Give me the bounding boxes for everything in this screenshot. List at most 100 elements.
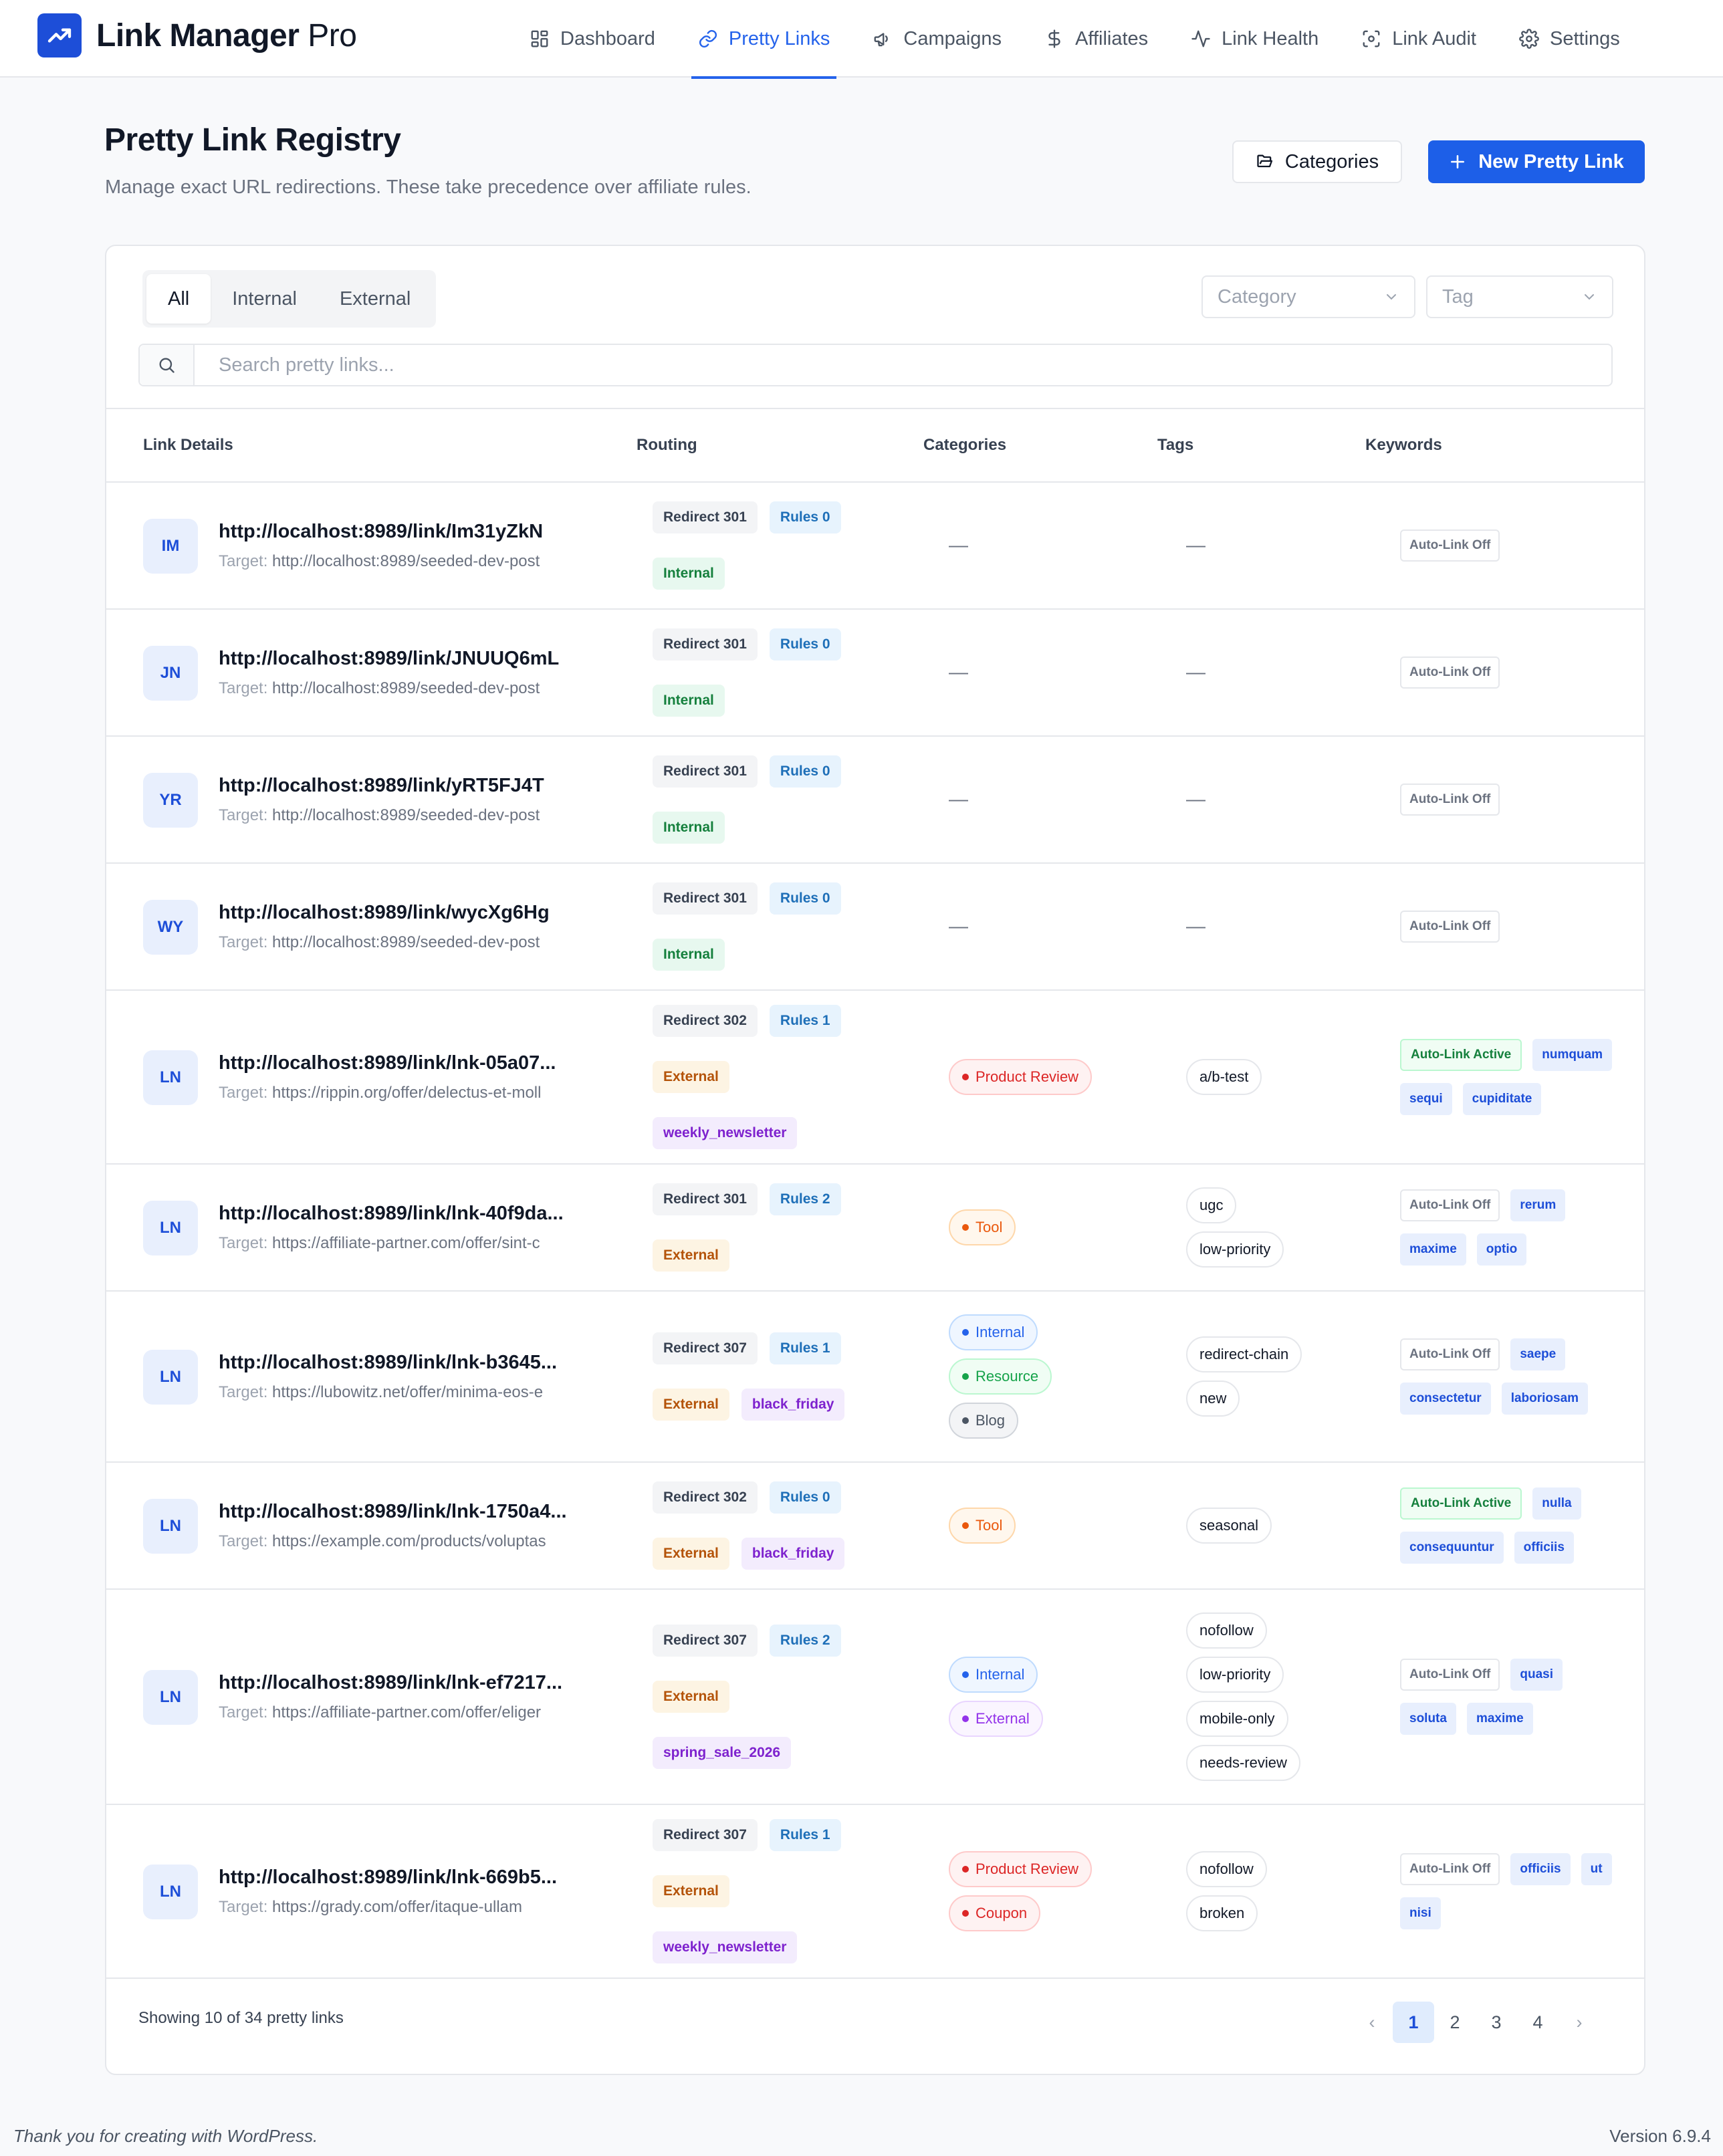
category-dot [962,1671,969,1678]
category-pill[interactable]: Internal [949,1657,1038,1693]
tag-pill[interactable]: broken [1186,1895,1258,1931]
empty-categories: — [949,915,968,937]
nav-link-health[interactable]: Link Health [1191,0,1318,78]
category-dot [962,1417,969,1424]
category-name: Product Review [975,1861,1079,1877]
categories-button[interactable]: Categories [1232,140,1402,183]
table-row[interactable]: LN http://localhost:8989/link/lnk-40f9da.… [106,1165,1644,1292]
target-url[interactable]: https://affiliate-partner.com/offer/sint… [272,1234,540,1252]
nav-label: Settings [1550,27,1620,49]
nav-campaigns[interactable]: Campaigns [873,0,1002,78]
category-pill[interactable]: Resource [949,1358,1052,1395]
table-row[interactable]: LN http://localhost:8989/link/lnk-05a07..… [106,991,1644,1165]
pretty-link-url[interactable]: http://localhost:8989/link/JNUUQ6mL [219,648,559,670]
tag-pill[interactable]: low-priority [1186,1231,1284,1268]
category-pill[interactable]: Tool [949,1508,1016,1544]
tag-select[interactable]: Tag [1426,275,1613,318]
target-url[interactable]: https://rippin.org/offer/delectus-et-mol… [272,1084,541,1102]
target-url[interactable]: http://localhost:8989/seeded-dev-post [272,933,540,951]
category-dot [962,1715,969,1722]
pretty-link-url[interactable]: http://localhost:8989/link/lnk-05a07... [219,1052,556,1074]
table-row[interactable]: LN http://localhost:8989/link/lnk-b3645..… [106,1292,1644,1463]
prev-page-button[interactable]: ‹ [1351,2002,1393,2043]
target-url[interactable]: http://localhost:8989/seeded-dev-post [272,806,540,824]
tab-all[interactable]: All [146,274,211,324]
category-pill[interactable]: Coupon [949,1895,1041,1931]
category-pill[interactable]: Product Review [949,1059,1093,1095]
pretty-link-url[interactable]: http://localhost:8989/link/lnk-b3645... [219,1352,557,1374]
new-pretty-link-button[interactable]: New Pretty Link [1428,140,1645,183]
target-url[interactable]: https://lubowitz.net/offer/minima-eos-e [272,1383,543,1401]
keyword-chip: laboriosam [1501,1383,1589,1415]
category-pill[interactable]: Product Review [949,1851,1093,1887]
target-url[interactable]: http://localhost:8989/seeded-dev-post [272,679,540,697]
column-header-routing[interactable]: Routing [637,436,697,455]
rules-badge: Rules 0 [769,628,841,661]
brand[interactable]: Link Manager Pro [37,13,357,57]
table-row[interactable]: LN http://localhost:8989/link/lnk-1750a4.… [106,1463,1644,1590]
tag-pill[interactable]: ugc [1186,1187,1237,1223]
category-pill[interactable]: Blog [949,1403,1019,1439]
tag-pill[interactable]: nofollow [1186,1851,1267,1887]
pretty-link-url[interactable]: http://localhost:8989/link/lnk-40f9da... [219,1203,564,1225]
category-name: Product Review [975,1068,1079,1085]
tag-pill[interactable]: low-priority [1186,1657,1284,1693]
keyword-chip: officiis [1510,1853,1571,1885]
page-1-button[interactable]: 1 [1393,2002,1434,2043]
auto-link-status: Auto-Link Off [1400,911,1500,943]
pretty-link-url[interactable]: http://localhost:8989/link/Im31yZkN [219,521,543,543]
tag-pill[interactable]: nofollow [1186,1612,1267,1649]
pretty-link-url[interactable]: http://localhost:8989/link/lnk-1750a4... [219,1501,567,1523]
pretty-link-url[interactable]: http://localhost:8989/link/wycXg6Hg [219,902,550,924]
tag-pill[interactable]: new [1186,1381,1240,1417]
tag-pill[interactable]: mobile-only [1186,1701,1288,1737]
nav-link-audit[interactable]: Link Audit [1361,0,1476,78]
page-3-button[interactable]: 3 [1476,2002,1517,2043]
table-row[interactable]: WY http://localhost:8989/link/wycXg6Hg Tar… [106,864,1644,991]
target-url[interactable]: https://example.com/products/voluptas [272,1532,546,1550]
category-pill[interactable]: Tool [949,1209,1016,1245]
tab-external[interactable]: External [318,274,432,324]
column-header-tags[interactable]: Tags [1157,436,1193,455]
table-row[interactable]: YR http://localhost:8989/link/yRT5FJ4T Tar… [106,737,1644,864]
category-pill[interactable]: Internal [949,1314,1038,1350]
tag-pill[interactable]: redirect-chain [1186,1336,1302,1372]
tab-internal[interactable]: Internal [211,274,318,324]
table-row[interactable]: LN http://localhost:8989/link/lnk-669b5..… [106,1805,1644,1979]
target-url[interactable]: https://affiliate-partner.com/offer/elig… [272,1703,541,1721]
categories: Internal Resource Blog [949,1292,1149,1461]
tag-pill[interactable]: needs-review [1186,1745,1300,1781]
page-4-button[interactable]: 4 [1517,2002,1559,2043]
pretty-link-url[interactable]: http://localhost:8989/link/lnk-ef7217... [219,1672,562,1694]
search-input[interactable] [195,345,1611,385]
keyword-chip: sequi [1400,1083,1452,1115]
column-header-link-details[interactable]: Link Details [143,436,233,455]
pretty-link-url[interactable]: http://localhost:8989/link/lnk-669b5... [219,1867,557,1889]
category-select[interactable]: Category [1201,275,1415,318]
nav-affiliates[interactable]: Affiliates [1044,0,1148,78]
page-2-button[interactable]: 2 [1434,2002,1476,2043]
link-avatar: YR [143,773,198,828]
column-header-keywords[interactable]: Keywords [1365,436,1442,455]
target-url[interactable]: https://grady.com/offer/itaque-ullam [272,1898,522,1916]
nav-dashboard[interactable]: Dashboard [530,0,655,78]
categories: Tool [949,1463,1149,1588]
brand-name: Link Manager Pro [96,17,357,53]
category-pill[interactable]: External [949,1701,1043,1737]
nav-pretty-links[interactable]: Pretty Links [691,0,836,79]
target-url[interactable]: http://localhost:8989/seeded-dev-post [272,552,540,570]
nav-settings[interactable]: Settings [1519,0,1620,78]
campaign-badge: black_friday [741,1389,845,1421]
category-name: Resource [975,1368,1039,1385]
link-target: Target: https://rippin.org/offer/delectu… [219,1084,556,1102]
table-row[interactable]: IM http://localhost:8989/link/Im31yZkN Tar… [106,483,1644,610]
column-header-categories[interactable]: Categories [923,436,1006,455]
tag-pill[interactable]: seasonal [1186,1508,1272,1544]
nav-label: Link Audit [1392,27,1476,49]
tag-pill[interactable]: a/b-test [1186,1059,1262,1095]
next-page-button[interactable]: › [1559,2002,1600,2043]
table-row[interactable]: LN http://localhost:8989/link/lnk-ef7217.… [106,1590,1644,1805]
pretty-link-url[interactable]: http://localhost:8989/link/yRT5FJ4T [219,775,544,797]
routing-chips: Redirect 301 Rules 0 Internal [653,882,873,971]
table-row[interactable]: JN http://localhost:8989/link/JNUUQ6mL Tar… [106,610,1644,737]
